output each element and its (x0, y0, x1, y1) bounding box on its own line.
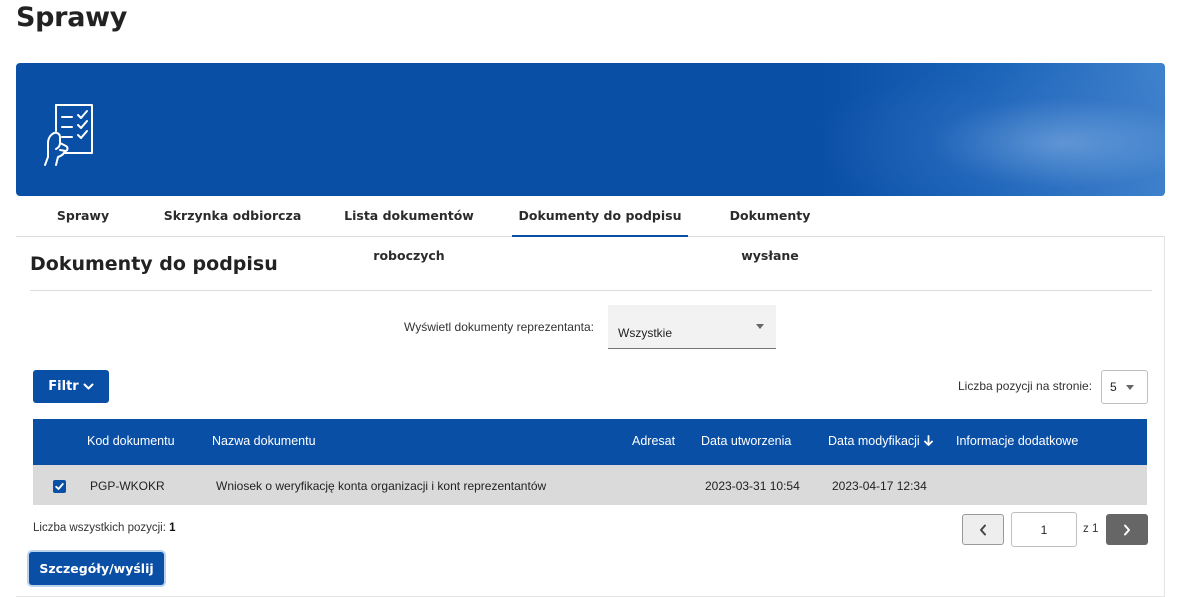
pagination-page-value: 1 (1040, 523, 1048, 537)
filter-button[interactable]: Filtr (33, 370, 109, 403)
column-header-addressee[interactable]: Adresat (632, 434, 675, 448)
pagination-prev-button[interactable] (962, 514, 1004, 545)
tab-bar: Sprawy Skrzynka odbiorcza Lista dokument… (16, 196, 1165, 263)
check-icon (55, 483, 64, 490)
column-header-code[interactable]: Kod dokumentu (87, 434, 175, 448)
cell-code: PGP-WKOKR (90, 479, 165, 493)
tab-lista-dokumentow-roboczych[interactable]: Lista dokumentów roboczych (316, 196, 502, 263)
column-header-modified-label: Data modyfikacji (828, 434, 920, 448)
total-count-label: Liczba wszystkich pozycji: (33, 522, 166, 534)
chevron-down-icon (83, 383, 94, 389)
column-header-name[interactable]: Nazwa dokumentu (212, 434, 316, 448)
document-checklist-hand-icon (44, 104, 93, 166)
pagination-total-pages: z 1 (1083, 523, 1099, 535)
per-page-value: 5 (1110, 380, 1117, 394)
per-page-select[interactable]: 5 (1101, 370, 1148, 404)
chevron-left-icon (980, 524, 986, 535)
tab-dokumenty-wyslane[interactable]: Dokumenty wysłane (702, 196, 838, 263)
arrow-down-icon (923, 435, 933, 446)
column-header-modified[interactable]: Data modyfikacji (828, 434, 933, 448)
caret-down-icon (1126, 385, 1134, 390)
column-header-created[interactable]: Data utworzenia (701, 434, 791, 448)
filter-button-label: Filtr (48, 379, 79, 394)
divider (30, 290, 1152, 291)
header-banner (16, 63, 1165, 196)
tab-skrzynka-odbiorcza[interactable]: Skrzynka odbiorcza (163, 196, 302, 237)
chevron-right-icon (1124, 524, 1130, 535)
page-title: Sprawy (16, 2, 128, 33)
total-count: Liczba wszystkich pozycji: 1 (33, 522, 176, 534)
pagination-page-input[interactable]: 1 (1011, 512, 1077, 547)
representative-label: Wyświetl dokumenty reprezentanta: (404, 320, 594, 334)
caret-down-icon (756, 324, 764, 329)
total-count-value: 1 (169, 522, 176, 534)
row-checkbox[interactable] (53, 480, 66, 493)
per-page-label: Liczba pozycji na stronie: (958, 379, 1093, 393)
pagination-next-button[interactable] (1106, 514, 1148, 545)
documents-table: Kod dokumentu Nazwa dokumentu Adresat Da… (33, 419, 1147, 505)
cell-created: 2023-03-31 10:54 (705, 479, 800, 493)
table-row[interactable]: PGP-WKOKR Wniosek o weryfikację konta or… (33, 465, 1147, 505)
cell-modified: 2023-04-17 12:34 (832, 479, 927, 493)
section-title: Dokumenty do podpisu (30, 253, 278, 275)
banner-photo (825, 63, 1165, 196)
tab-sprawy[interactable]: Sprawy (46, 196, 120, 237)
details-send-button[interactable]: Szczegóły/wyślij (29, 552, 164, 585)
representative-select[interactable]: Wszystkie (608, 305, 776, 349)
cell-name: Wniosek o weryfikację konta organizacji … (216, 479, 547, 493)
table-header: Kod dokumentu Nazwa dokumentu Adresat Da… (33, 419, 1147, 465)
tab-dokumenty-do-podpisu[interactable]: Dokumenty do podpisu (512, 196, 688, 237)
representative-select-value: Wszystkie (618, 326, 672, 340)
container-border (1164, 237, 1165, 597)
column-header-info[interactable]: Informacje dodatkowe (956, 434, 1078, 448)
